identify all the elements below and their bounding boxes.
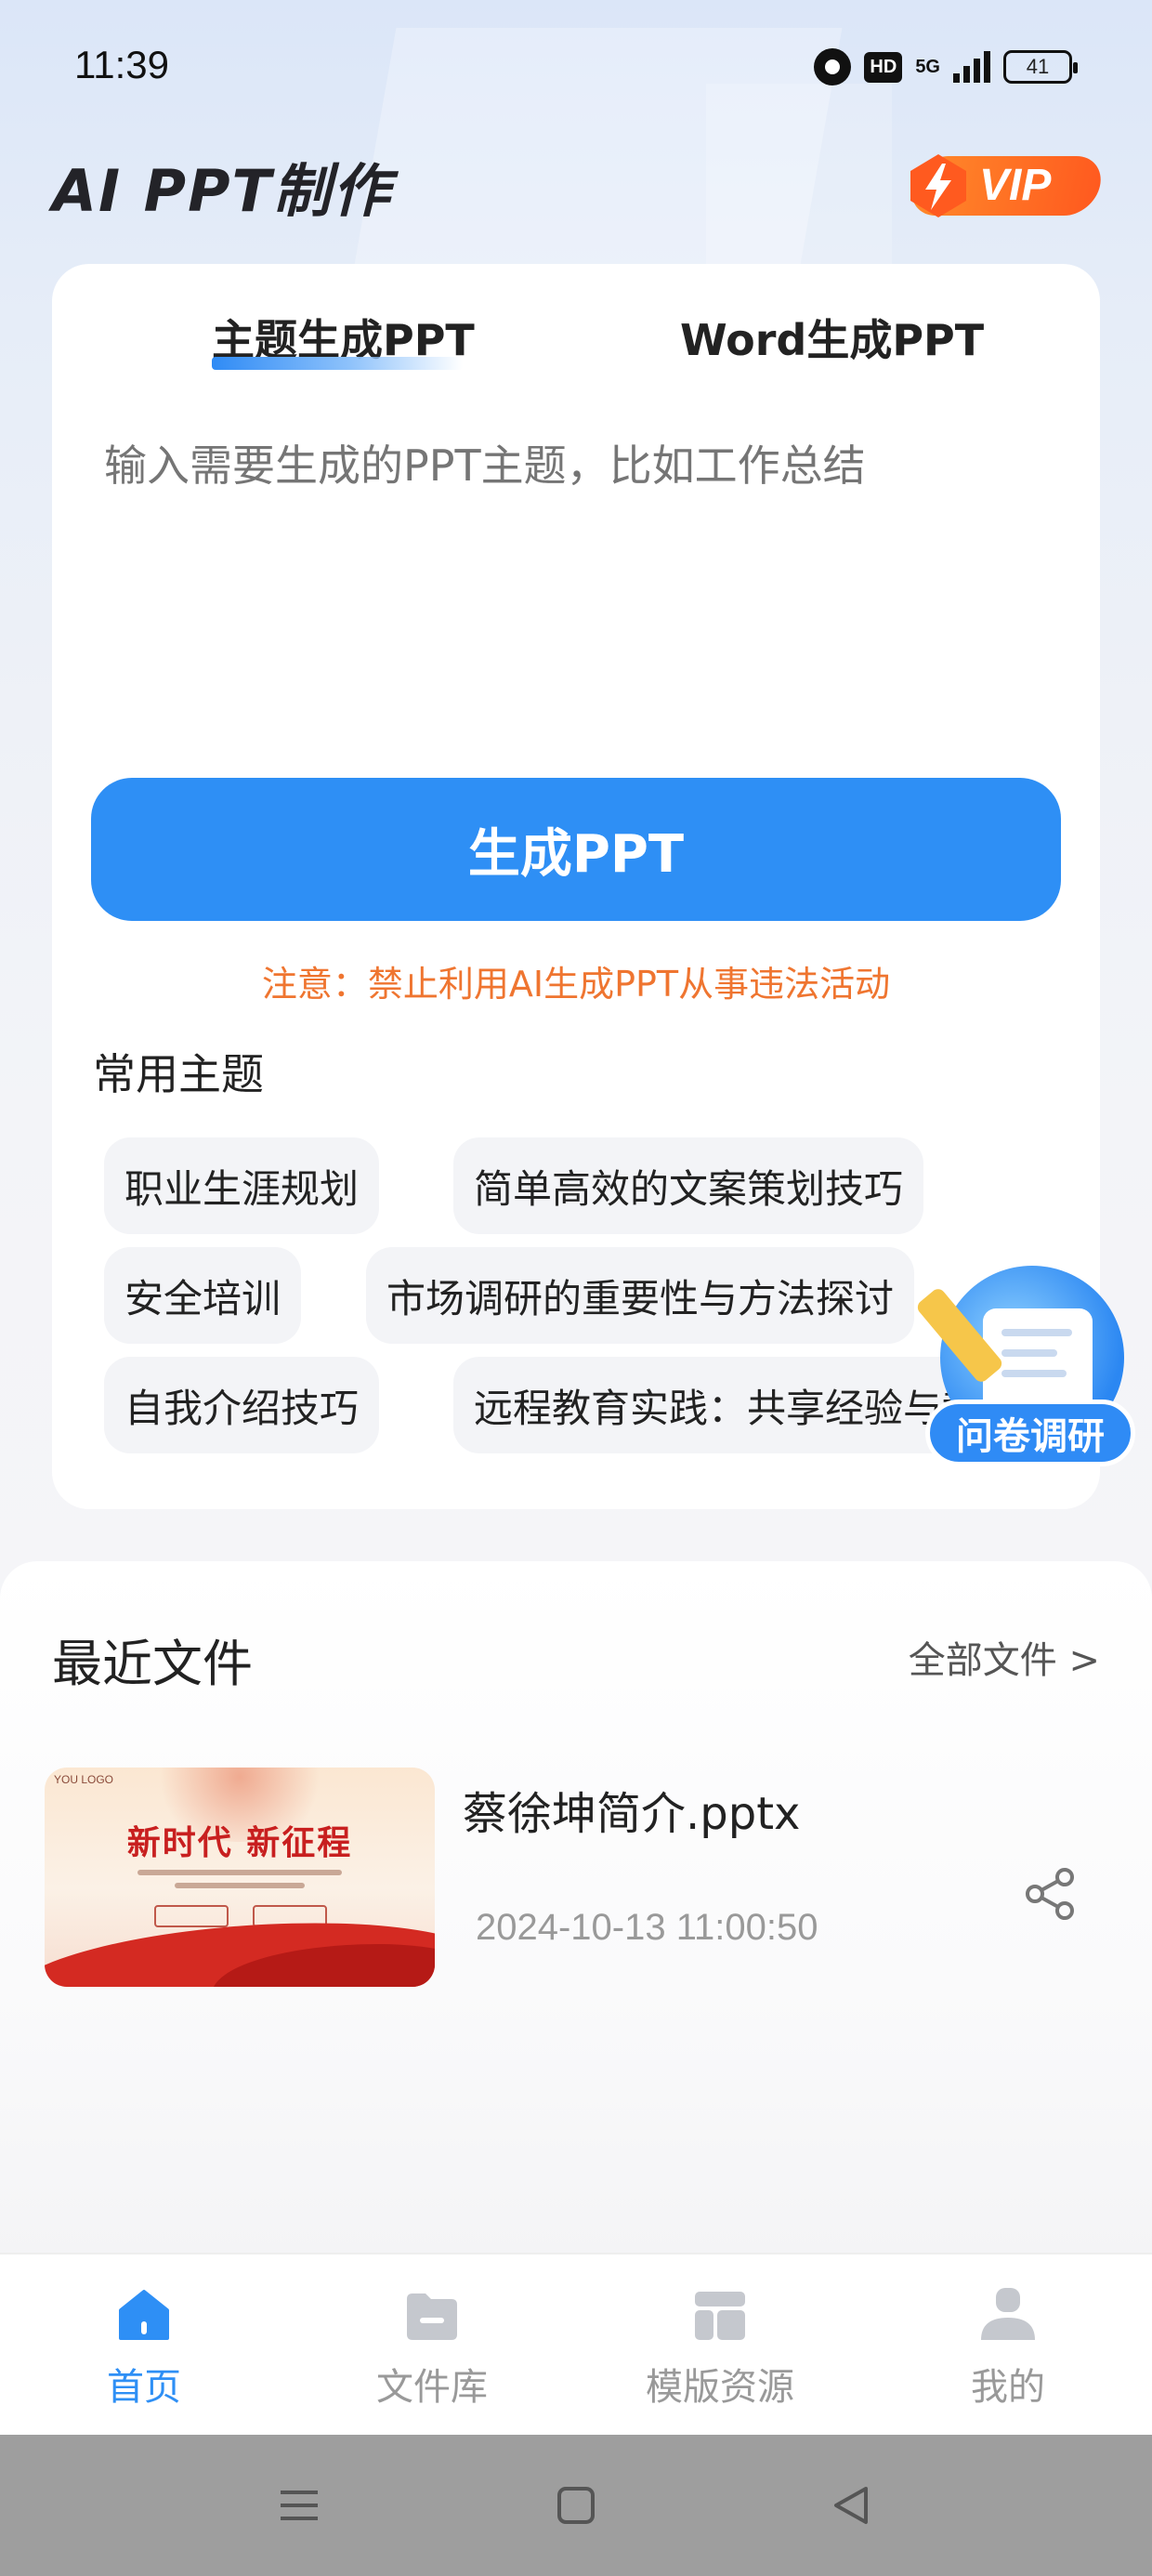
folder-icon [407,2293,457,2340]
thumbnail-heading: 新时代 新征程 [126,1824,353,1862]
all-files-link[interactable]: 全部文件 > [909,1630,1100,1684]
nav-file-library[interactable]: 文件库 [339,2286,525,2411]
topic-chip[interactable]: 自我介绍技巧 [104,1357,380,1453]
topic-input[interactable] [104,440,1052,491]
nav-profile-label: 我的 [971,2366,1045,2409]
nav-templates-label: 模版资源 [646,2366,794,2409]
thumbnail-logo-text: YOU LOGO [54,1773,114,1786]
status-time: 11:39 [74,43,169,86]
home-icon [119,2290,169,2340]
system-nav-bar [0,2435,1152,2576]
signal-icon [953,51,990,83]
battery-icon: 41 [1003,50,1078,84]
nav-templates[interactable]: 模版资源 [627,2286,813,2411]
file-date: 2024-10-13 11:00:50 [476,1907,818,1948]
topic-chip[interactable]: 职业生涯规划 [104,1137,380,1234]
thumbnail-text-line [137,1870,342,1875]
recent-file-item[interactable]: YOU LOGO 新时代 新征程 蔡徐坤简介.pptx 2024-10-13 1… [45,1768,1113,1991]
topic-chip[interactable]: 简单高效的文案策划技巧 [453,1137,924,1234]
template-icon [695,2292,745,2340]
menu-icon[interactable] [273,2479,325,2531]
active-tab-indicator [212,357,463,370]
status-bar: 11:39 HD 5G 41 [0,0,1152,139]
topic-chip[interactable]: 安全培训 [104,1247,302,1344]
legal-notice: 注意：禁止利用AI生成PPT从事违法活动 [261,964,891,1005]
nav-profile[interactable]: 我的 [915,2286,1101,2411]
common-topics-title: 常用主题 [93,1049,264,1099]
survey-float-button[interactable]: 问卷调研 [914,1266,1139,1468]
file-name: 蔡徐坤简介.pptx [463,1788,801,1840]
back-triangle-icon[interactable] [825,2479,877,2531]
topic-chip[interactable]: 市场调研的重要性与方法探讨 [366,1247,915,1344]
tab-word-generate[interactable]: Word生成PPT [680,307,984,368]
bottom-nav: 首页 文件库 模版资源 我的 [0,2253,1152,2435]
recent-files-section: 最近文件 全部文件 > YOU LOGO 新时代 新征程 蔡徐坤简介.pptx … [0,1561,1152,2267]
nav-file-library-label: 文件库 [376,2366,488,2409]
app-title: AI PPT制作 [52,157,392,225]
vip-label: VIP [979,161,1052,210]
profile-icon [981,2288,1035,2340]
status-icons: HD 5G 41 [814,48,1078,85]
vip-button[interactable]: VIP [901,152,1106,219]
home-square-icon[interactable] [550,2479,602,2531]
file-thumbnail: YOU LOGO 新时代 新征程 [45,1768,435,1987]
hd-badge: HD [864,51,903,83]
thumbnail-box [154,1905,229,1927]
recent-files-title: 最近文件 [52,1635,253,1693]
alarm-icon [814,48,852,85]
nav-home-label: 首页 [107,2366,181,2409]
survey-label: 问卷调研 [925,1400,1135,1466]
share-icon[interactable] [1022,1866,1078,1922]
thumbnail-text-line [175,1883,305,1888]
lightning-icon [910,154,966,217]
network-type: 5G [915,56,940,77]
generate-ppt-button[interactable]: 生成PPT [91,778,1061,921]
nav-home[interactable]: 首页 [51,2286,237,2411]
